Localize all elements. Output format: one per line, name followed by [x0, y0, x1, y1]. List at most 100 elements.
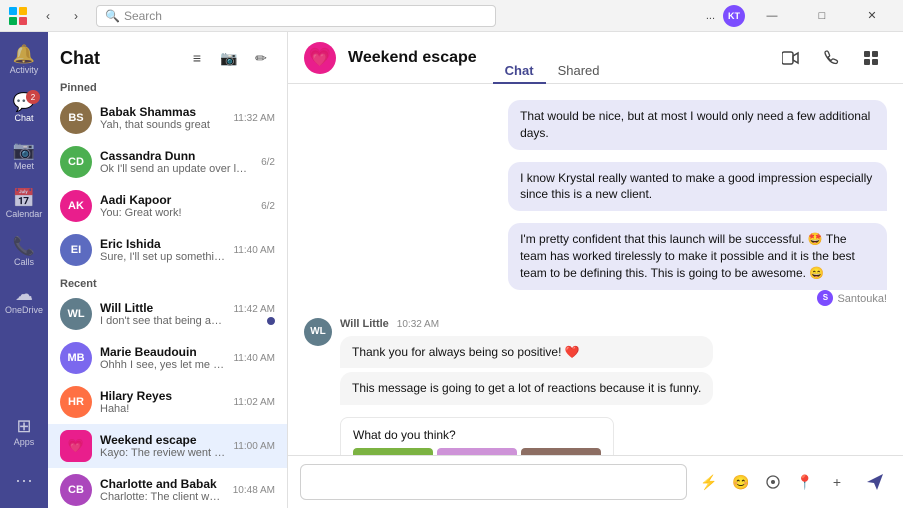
send-icon: [865, 472, 885, 492]
list-item[interactable]: 💗 Weekend escape Kayo: The review went r…: [48, 424, 287, 468]
chat-time: 11:00 AM: [233, 441, 275, 452]
chat-list-header: Chat ≡ 📷 ✏: [48, 32, 287, 76]
message-time: 10:32 AM: [397, 319, 439, 330]
sidebar-item-more[interactable]: ···: [4, 456, 44, 504]
avatar: 💗: [60, 430, 92, 462]
list-item[interactable]: WL Will Little I don't see that being an…: [48, 292, 287, 336]
sidebar-item-onedrive[interactable]: ☁ OneDrive: [4, 276, 44, 324]
chat-meta: 11:40 AM: [233, 353, 275, 364]
lightning-button[interactable]: ⚡: [695, 468, 723, 496]
sidebar-item-apps[interactable]: ⊞ Apps: [4, 408, 44, 456]
chat-info: Hilary Reyes Haha!: [100, 389, 225, 415]
messages-area: That would be nice, but at most I would …: [288, 84, 903, 455]
list-item[interactable]: CB Charlotte and Babak Charlotte: The cl…: [48, 468, 287, 508]
user-avatar[interactable]: KT: [723, 5, 745, 27]
title-bar-actions: ... KT — □ ✕: [702, 0, 895, 32]
pinned-label: Pinned: [48, 76, 287, 96]
sidebar-item-activity[interactable]: 🔔 Activity: [4, 36, 44, 84]
chat-name: Marie Beaudouin: [100, 345, 225, 359]
grid-icon: [863, 50, 879, 66]
image-grid-label: What do you think?: [353, 428, 601, 442]
onedrive-icon: ☁: [15, 285, 33, 303]
tab-chat[interactable]: Chat: [493, 59, 546, 84]
audio-call-button[interactable]: [815, 42, 847, 74]
chat-meta: 6/2: [261, 201, 275, 212]
message-sent: That would be nice, but at most I would …: [508, 100, 887, 150]
attach-button[interactable]: [759, 468, 787, 496]
chat-info: Marie Beaudouin Ohhh I see, yes let me f…: [100, 345, 225, 371]
message-bubble: Thank you for always being so positive! …: [340, 336, 713, 369]
sidebar-item-calls[interactable]: 📞 Calls: [4, 228, 44, 276]
more-options-button[interactable]: [855, 42, 887, 74]
avatar: CB: [60, 474, 92, 506]
forward-button[interactable]: ›: [64, 4, 88, 28]
chat-meta: 6/2: [261, 157, 275, 168]
message-input[interactable]: [300, 464, 687, 500]
chat-info: Eric Ishida Sure, I'll set up something …: [100, 237, 225, 263]
list-item[interactable]: CD Cassandra Dunn Ok I'll send an update…: [48, 140, 287, 184]
chat-list-panel: Chat ≡ 📷 ✏ Pinned BS Babak Shammas Yah, …: [48, 32, 288, 508]
chat-time: 6/2: [261, 157, 275, 168]
chat-time: 11:02 AM: [233, 397, 275, 408]
main-layout: 🔔 Activity 2 💬 Chat 📷 Meet 📅 Calendar 📞 …: [0, 32, 903, 508]
nav-buttons: ‹ ›: [36, 4, 88, 28]
activity-icon: 🔔: [13, 45, 35, 63]
new-chat-button[interactable]: ✏: [247, 44, 275, 72]
app-logo: [8, 6, 28, 26]
chat-name: Will Little: [100, 301, 225, 315]
list-item[interactable]: AK Aadi Kapoor You: Great work! 6/2: [48, 184, 287, 228]
dots-menu[interactable]: ...: [702, 8, 719, 24]
onedrive-label: OneDrive: [5, 305, 43, 315]
chat-meta: 10:48 AM: [233, 485, 275, 496]
video-new-button[interactable]: 📷: [215, 44, 243, 72]
chat-preview: Kayo: The review went really well! Can't…: [100, 447, 225, 459]
calls-label: Calls: [14, 257, 34, 267]
chat-name: Charlotte and Babak: [100, 477, 225, 491]
abstract-image: [437, 448, 517, 455]
fabric-image: [521, 448, 601, 455]
sidebar-item-chat[interactable]: 2 💬 Chat: [4, 84, 44, 132]
search-icon: 🔍: [105, 9, 120, 23]
location-button[interactable]: 📍: [791, 468, 819, 496]
chat-time: 6/2: [261, 201, 275, 212]
unread-indicator: [267, 317, 275, 325]
chat-header: 💗 Weekend escape Chat Shared: [288, 32, 903, 84]
chat-meta: 11:42 AM: [233, 304, 275, 325]
filter-button[interactable]: ≡: [183, 44, 211, 72]
chat-time: 11:40 AM: [233, 353, 275, 364]
avatar: AK: [60, 190, 92, 222]
chat-meta: 11:40 AM: [233, 245, 275, 256]
plus-button[interactable]: +: [823, 468, 851, 496]
apps-icon: ⊞: [16, 417, 31, 435]
chat-header-actions: [775, 42, 887, 74]
chat-name: Weekend escape: [100, 433, 225, 447]
calls-icon: 📞: [13, 237, 35, 255]
image-cell: [437, 448, 517, 455]
chat-info: Aadi Kapoor You: Great work!: [100, 193, 253, 219]
close-button[interactable]: ✕: [849, 0, 895, 32]
send-button[interactable]: [859, 466, 891, 498]
flower-image: [353, 448, 433, 455]
list-item[interactable]: BS Babak Shammas Yah, that sounds great …: [48, 96, 287, 140]
maximize-button[interactable]: □: [799, 0, 845, 32]
list-item[interactable]: EI Eric Ishida Sure, I'll set up somethi…: [48, 228, 287, 272]
chat-preview: Charlotte: The client was pretty happy w…: [100, 491, 225, 503]
chat-preview: Sure, I'll set up something for next wee…: [100, 251, 225, 263]
chat-time: 11:32 AM: [233, 113, 275, 124]
message-bubble: I know Krystal really wanted to make a g…: [508, 162, 887, 212]
list-item[interactable]: MB Marie Beaudouin Ohhh I see, yes let m…: [48, 336, 287, 380]
sidebar-item-meet[interactable]: 📷 Meet: [4, 132, 44, 180]
sidebar-item-calendar[interactable]: 📅 Calendar: [4, 180, 44, 228]
chat-name: Aadi Kapoor: [100, 193, 253, 207]
chat-preview: I don't see that being an issue, can tak…: [100, 315, 225, 327]
chat-preview: Yah, that sounds great: [100, 119, 225, 131]
list-item[interactable]: HR Hilary Reyes Haha! 11:02 AM: [48, 380, 287, 424]
minimize-button[interactable]: —: [749, 0, 795, 32]
tab-shared[interactable]: Shared: [546, 59, 612, 84]
video-call-button[interactable]: [775, 42, 807, 74]
chat-preview: You: Great work!: [100, 207, 253, 219]
meet-label: Meet: [14, 161, 34, 171]
search-bar[interactable]: 🔍 Search: [96, 5, 496, 27]
back-button[interactable]: ‹: [36, 4, 60, 28]
emoji-button[interactable]: 😊: [727, 468, 755, 496]
